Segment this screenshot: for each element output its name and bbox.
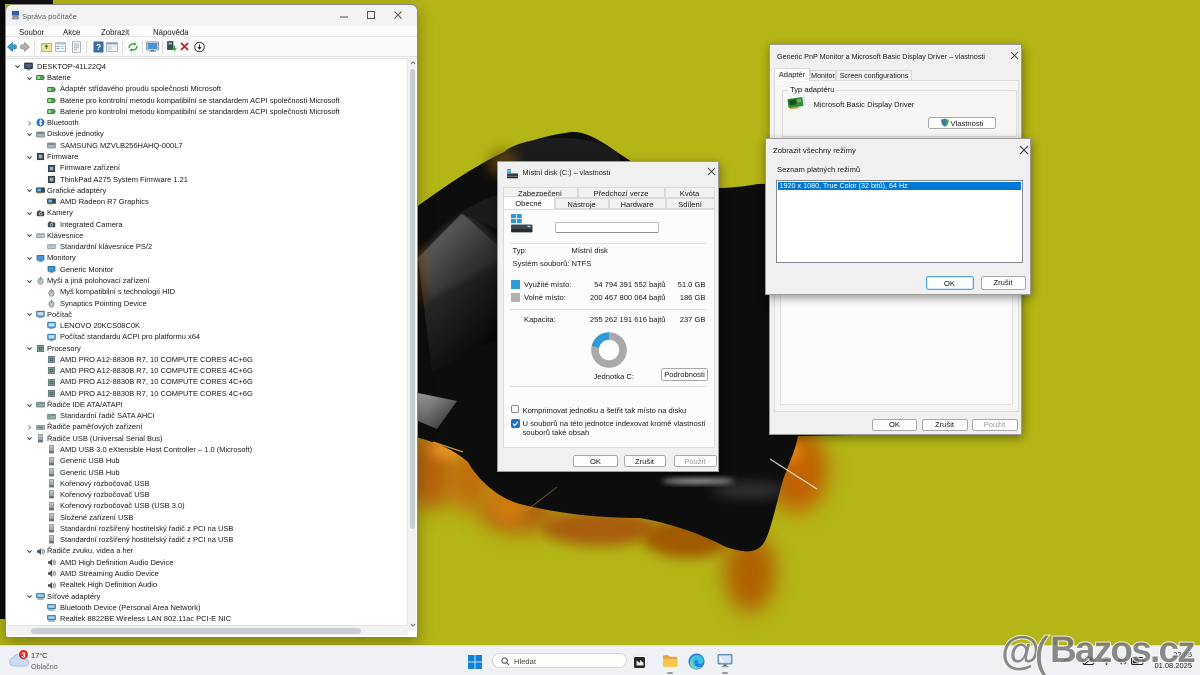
svg-text:Bazos.cz: Bazos.cz bbox=[1050, 629, 1195, 670]
svg-text:(: ( bbox=[1034, 627, 1050, 675]
svg-text:3: 3 bbox=[21, 650, 25, 659]
svg-text:?: ? bbox=[96, 41, 101, 51]
